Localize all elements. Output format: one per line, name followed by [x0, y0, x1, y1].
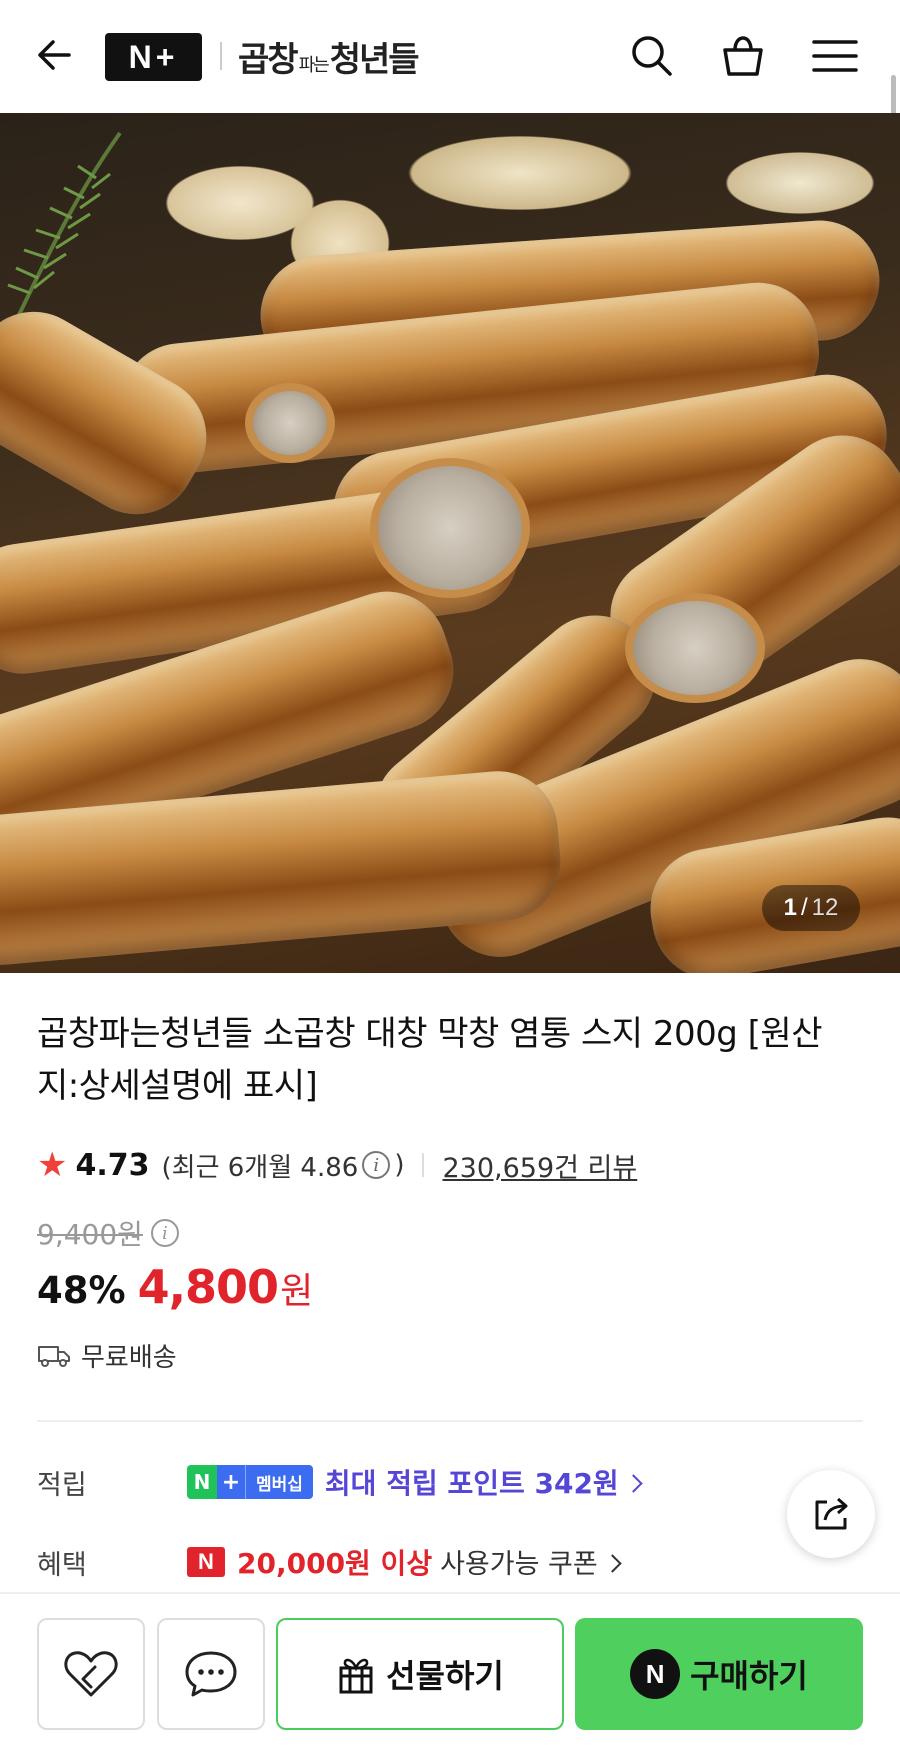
gift-button-label: 선물하기 — [386, 1657, 504, 1695]
menu-button[interactable] — [809, 30, 861, 82]
naver-pay-badge: N — [630, 1649, 681, 1699]
search-button[interactable] — [626, 30, 678, 82]
max-points-link[interactable]: 최대 적립 포인트 342원 — [324, 1462, 643, 1502]
gopchang-cut-end — [245, 383, 335, 463]
bottom-action-bar: 선물하기 N 구매하기 — [0, 1592, 900, 1759]
max-points-text: 최대 적립 포인트 342원 — [324, 1467, 619, 1500]
star-icon: ★ — [37, 1145, 68, 1185]
discount-rate: 48% — [37, 1269, 126, 1312]
share-icon — [815, 1497, 848, 1530]
original-price-value: 9,400원 — [37, 1218, 143, 1251]
gopchang-cut-end — [370, 458, 530, 598]
share-button[interactable] — [787, 1470, 875, 1558]
points-row: 적립 N + 멤버십 최대 적립 포인트 342원 — [37, 1457, 643, 1507]
store-name-part2: 청년들 — [329, 40, 420, 80]
buy-button[interactable]: N 구매하기 — [575, 1618, 863, 1730]
sale-price: 4,800 — [137, 1260, 280, 1314]
talk-talk-button[interactable] — [157, 1618, 265, 1730]
chevron-right-icon — [603, 1554, 622, 1573]
store-name-part1: 곱창 — [238, 40, 299, 80]
delivery-text: 무료배송 — [81, 1343, 177, 1373]
image-page-indicator: 1/12 — [762, 885, 860, 931]
divider — [422, 1153, 425, 1177]
chevron-right-icon — [624, 1474, 643, 1493]
membership-badge-plus: + — [217, 1465, 245, 1499]
buy-button-label: 구매하기 — [690, 1657, 808, 1695]
store-name-small: 파는 — [298, 55, 330, 76]
heart-icon — [64, 1651, 118, 1697]
chat-icon — [185, 1651, 237, 1697]
review-count-link[interactable]: 230,659건 리뷰 — [442, 1146, 637, 1185]
back-button[interactable] — [30, 30, 80, 80]
membership-badge: N + 멤버십 — [187, 1465, 313, 1499]
price-row: 48% 4,800 원 — [37, 1260, 313, 1314]
membership-badge-text: 멤버십 — [245, 1465, 313, 1499]
product-title: 곱창파는청년들 소곱창 대창 막창 염통 스지 200g [원산지:상세설명에 … — [37, 1014, 823, 1106]
rating-value: 4.73 — [75, 1147, 150, 1183]
gift-button[interactable]: 선물하기 — [276, 1618, 564, 1730]
menu-icon — [812, 40, 858, 72]
membership-badge-n: N — [187, 1465, 217, 1499]
benefit-row: 혜택 N 20,000원 이상 사용가능 쿠폰 — [37, 1537, 622, 1587]
original-price: 9,400원 i — [37, 1213, 183, 1253]
recent-rating: (최근 6개월 4.86 i ) — [162, 1147, 405, 1184]
recent-rating-close: ) — [394, 1150, 405, 1180]
top-header: N+ 곱창 파는청년들 — [0, 0, 900, 145]
info-icon[interactable]: i — [150, 1219, 179, 1247]
wishlist-button[interactable] — [37, 1618, 145, 1730]
delivery-info: 무료배송 — [37, 1337, 177, 1374]
truck-icon — [38, 1345, 70, 1367]
price-unit: 원 — [280, 1271, 314, 1312]
shopping-bag-icon — [723, 36, 763, 76]
page-total: 12 — [811, 894, 839, 921]
page-current: 1 — [783, 894, 797, 921]
naver-plus-logo[interactable]: N+ — [105, 33, 202, 81]
naver-coupon-badge: N — [187, 1547, 225, 1577]
coupon-link[interactable]: 20,000원 이상 사용가능 쿠폰 — [237, 1542, 622, 1582]
search-icon — [632, 36, 672, 76]
section-divider — [37, 1420, 863, 1422]
back-arrow-icon — [38, 40, 71, 70]
store-name[interactable]: 곱창 파는청년들 — [238, 32, 420, 81]
recent-rating-text: (최근 6개월 4.86 — [161, 1152, 359, 1183]
points-label: 적립 — [37, 1469, 87, 1501]
gopchang-cut-end — [625, 593, 765, 703]
benefit-label: 혜택 — [37, 1549, 87, 1581]
page-separator: / — [800, 894, 808, 921]
product-image[interactable]: 1/12 — [0, 113, 900, 973]
coupon-highlight: 20,000원 이상 — [237, 1547, 433, 1580]
coupon-text: 사용가능 쿠폰 — [440, 1549, 598, 1580]
cart-button[interactable] — [717, 30, 769, 82]
gift-icon — [339, 1658, 373, 1694]
logo-divider — [220, 42, 222, 70]
rating-row: ★ 4.73 (최근 6개월 4.86 i ) 230,659건 리뷰 — [37, 1143, 637, 1187]
info-icon[interactable]: i — [362, 1151, 391, 1179]
